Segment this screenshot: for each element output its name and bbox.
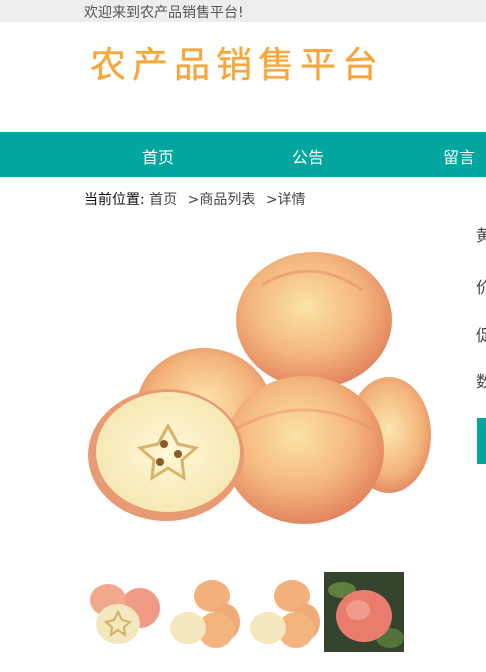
breadcrumb: 当前位置: 首页 >商品列表 >详情 <box>84 189 306 209</box>
nav-item-message[interactable]: 留言 <box>443 144 475 168</box>
product-quantity-label-glyph: 数 <box>476 372 486 391</box>
nav-item-home[interactable]: 首页 <box>142 144 174 168</box>
add-to-cart-button[interactable] <box>477 418 486 464</box>
product-thumbnail-2[interactable] <box>164 572 244 652</box>
breadcrumb-current: >详情 <box>265 192 306 208</box>
product-main-image <box>84 230 444 550</box>
product-thumbnail-3[interactable] <box>244 572 324 652</box>
product-thumbnail-1[interactable] <box>84 572 164 652</box>
breadcrumb-list-link[interactable]: >商品列表 <box>188 192 256 208</box>
site-logo[interactable]: 农产品销售平台 <box>90 36 384 88</box>
product-promo-label-glyph: 促 <box>476 326 486 345</box>
main-nav: 首页 公告 留言 <box>0 132 486 177</box>
top-welcome-bar: 欢迎来到农产品销售平台! <box>0 0 486 22</box>
product-price-label-glyph: 价 <box>476 278 486 297</box>
welcome-text: 欢迎来到农产品销售平台! <box>84 5 244 21</box>
breadcrumb-label: 当前位置: <box>84 192 145 208</box>
product-title-glyph: 黄 <box>476 226 486 245</box>
product-thumbnail-4[interactable] <box>324 572 404 652</box>
breadcrumb-home-link[interactable]: 首页 <box>149 192 177 208</box>
nav-item-notice[interactable]: 公告 <box>292 144 324 168</box>
product-thumbnail-strip <box>84 572 414 652</box>
